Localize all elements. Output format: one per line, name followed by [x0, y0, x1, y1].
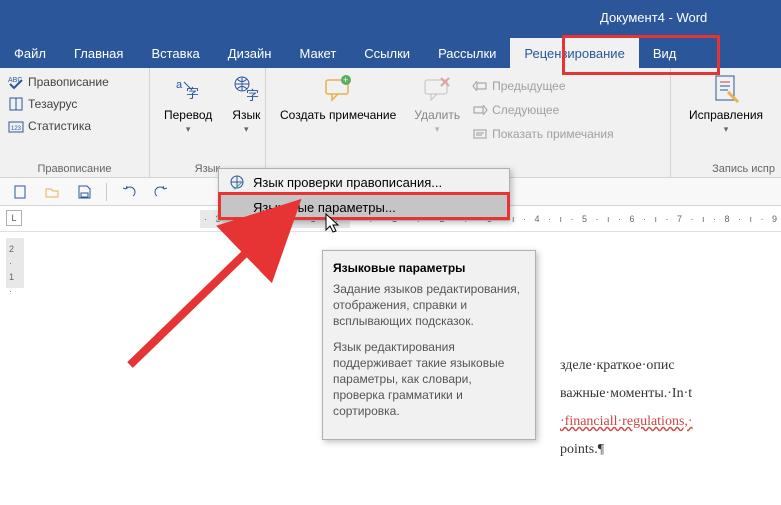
- thesaurus-label: Тезаурус: [28, 97, 77, 111]
- group-tracking-label: Запись испр: [712, 163, 775, 175]
- chevron-down-icon: ▾: [724, 124, 729, 135]
- next-comment-button: Следующее: [472, 100, 614, 120]
- new-comment-button[interactable]: + Создать примечание: [274, 72, 402, 173]
- window-title: Документ4 - Word: [600, 10, 707, 25]
- chevron-down-icon: ▾: [435, 124, 440, 135]
- group-proofing-label: Правописание: [8, 161, 141, 175]
- undo-button[interactable]: [119, 182, 139, 202]
- next-comment-label: Следующее: [492, 103, 559, 117]
- group-language: a字 Перевод ▾ 字 Язык ▾ Язык: [150, 68, 266, 177]
- spelling-label: Правописание: [28, 75, 109, 89]
- statistics-button[interactable]: 123 Статистика: [8, 116, 141, 136]
- open-button[interactable]: [42, 182, 62, 202]
- svg-text:字: 字: [186, 86, 199, 101]
- tab-insert[interactable]: Вставка: [137, 38, 213, 68]
- ribbon: ABC Правописание Тезаурус 123 Статистика…: [0, 68, 781, 178]
- translate-button[interactable]: a字 Перевод ▾: [158, 72, 218, 161]
- ribbon-tabs: Файл Главная Вставка Дизайн Макет Ссылки…: [0, 38, 781, 68]
- group-proofing: ABC Правописание Тезаурус 123 Статистика…: [0, 68, 150, 177]
- statistics-label: Статистика: [28, 119, 91, 133]
- tab-home[interactable]: Главная: [60, 38, 137, 68]
- language-label: Язык: [232, 108, 260, 122]
- svg-text:+: +: [343, 75, 348, 85]
- vruler-ticks: 2 · 1 ·: [9, 242, 14, 298]
- tab-mailings[interactable]: Рассылки: [424, 38, 510, 68]
- separator: [106, 183, 107, 201]
- doc-line-1: зделе·краткое·опис: [560, 352, 693, 380]
- prev-comment-icon: [472, 78, 488, 94]
- chevron-down-icon: ▾: [244, 124, 249, 135]
- redo-button[interactable]: [151, 182, 171, 202]
- group-comments: + Создать примечание Удалить ▾ Предыдуще…: [266, 68, 671, 177]
- chevron-down-icon: ▾: [186, 124, 191, 135]
- tab-file[interactable]: Файл: [0, 38, 60, 68]
- group-tracking: Исправления ▾ Запись испр: [671, 68, 781, 177]
- language-preferences-item[interactable]: Языковые параметры...: [219, 195, 509, 220]
- set-proofing-language-label: Язык проверки правописания...: [253, 175, 442, 190]
- track-changes-label: Исправления: [689, 108, 763, 122]
- translate-label: Перевод: [164, 108, 212, 122]
- document-text: зделе·краткое·опис важные·моменты.·In·t …: [560, 352, 693, 464]
- language-preferences-label: Языковые параметры...: [253, 200, 396, 215]
- previous-comment-label: Предыдущее: [492, 79, 565, 93]
- doc-line-4: points.¶: [560, 436, 693, 464]
- svg-text:a: a: [176, 79, 183, 91]
- track-changes-button[interactable]: Исправления ▾: [683, 72, 769, 175]
- delete-comment-icon: [421, 74, 453, 106]
- save-button[interactable]: [74, 182, 94, 202]
- translate-icon: a字: [172, 74, 204, 106]
- tab-review[interactable]: Рецензирование: [510, 38, 638, 68]
- svg-text:123: 123: [11, 126, 22, 132]
- track-changes-icon: [710, 74, 742, 106]
- set-proofing-language-item[interactable]: Язык проверки правописания...: [219, 169, 509, 195]
- spelling-button[interactable]: ABC Правописание: [8, 72, 141, 92]
- globe-language-icon: 字: [230, 74, 262, 106]
- new-comment-icon: +: [322, 74, 354, 106]
- tooltip-title: Языковые параметры: [333, 261, 525, 275]
- delete-comment-button: Удалить ▾: [408, 72, 466, 173]
- new-comment-label: Создать примечание: [280, 108, 396, 122]
- language-dropdown-menu: Язык проверки правописания... Языковые п…: [218, 168, 510, 221]
- proofing-language-icon: [229, 174, 245, 190]
- tooltip-para1: Задание языков редактирования, отображен…: [333, 281, 525, 329]
- delete-comment-label: Удалить: [414, 108, 460, 122]
- show-comments-button: Показать примечания: [472, 124, 614, 144]
- tab-layout[interactable]: Макет: [285, 38, 350, 68]
- svg-text:字: 字: [246, 88, 259, 103]
- previous-comment-button: Предыдущее: [472, 76, 614, 96]
- title-bar: Документ4 - Word: [0, 0, 781, 38]
- tab-selector[interactable]: L: [6, 210, 22, 226]
- tab-view[interactable]: Вид: [639, 38, 691, 68]
- thesaurus-button[interactable]: Тезаурус: [8, 94, 141, 114]
- tab-references[interactable]: Ссылки: [350, 38, 424, 68]
- vertical-ruler[interactable]: 2 · 1 ·: [6, 238, 24, 478]
- doc-line-3: ·financiall·regulations,·: [560, 408, 693, 436]
- new-doc-button[interactable]: [10, 182, 30, 202]
- show-comments-label: Показать примечания: [492, 127, 614, 141]
- tab-design[interactable]: Дизайн: [214, 38, 286, 68]
- tooltip-para2: Язык редактирования поддерживает такие я…: [333, 339, 525, 419]
- check-abc-icon: ABC: [8, 74, 24, 90]
- show-comments-icon: [472, 126, 488, 142]
- doc-line-2: важные·моменты.·In·t: [560, 380, 693, 408]
- language-preferences-tooltip: Языковые параметры Задание языков редакт…: [322, 250, 536, 440]
- count-icon: 123: [8, 118, 24, 134]
- language-button[interactable]: 字 Язык ▾: [224, 72, 268, 161]
- next-comment-icon: [472, 102, 488, 118]
- book-icon: [8, 96, 24, 112]
